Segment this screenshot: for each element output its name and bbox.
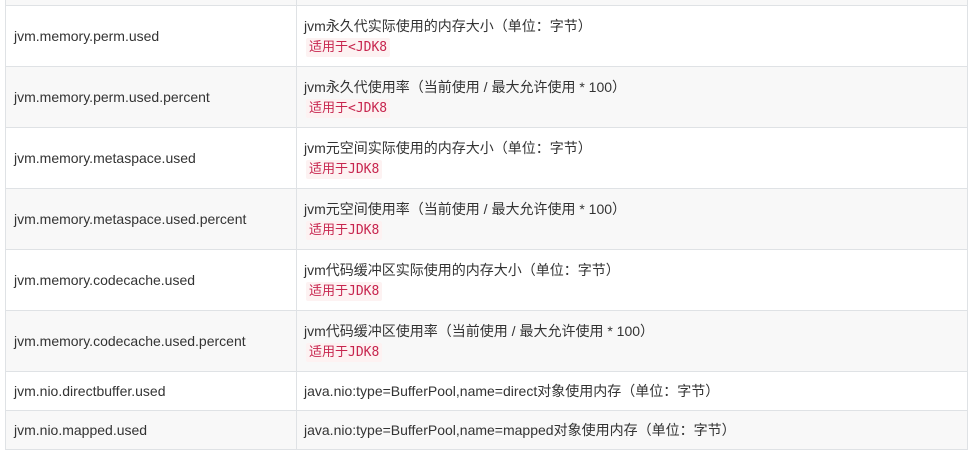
metric-description: jvm元空间实际使用的内存大小（单位：字节） [304,139,592,156]
metric-name: jvm.memory.metaspace.used [5,127,297,189]
jdk-version-tag: 适用于JDK8 [306,159,383,179]
table-row: jvm.memory.perm.used.percent jvm永久代使用率（当… [5,66,968,128]
table-row: jvm.memory.perm.used jvm永久代实际使用的内存大小（单位：… [5,5,968,67]
table-row: jvm.memory.metaspace.used.percent jvm元空间… [5,188,968,250]
metric-name: jvm.memory.perm.used.percent [5,66,297,128]
metric-name: jvm.nio.directbuffer.used [5,371,297,411]
metric-name: jvm.memory.codecache.used [5,249,297,311]
metric-description: jvm代码缓冲区使用率（当前使用 / 最大允许使用 * 100） [304,322,655,339]
metric-name: jvm.memory.perm.used [5,5,297,67]
metrics-table-container: jvm.memory.perm.used jvm永久代实际使用的内存大小（单位：… [5,0,968,450]
table-row: jvm.nio.directbuffer.used java.nio:type=… [5,371,968,411]
metric-description: jvm元空间使用率（当前使用 / 最大允许使用 * 100） [304,200,627,217]
metric-description: java.nio:type=BufferPool,name=mapped对象使用… [296,410,968,450]
jdk-version-tag: 适用于<JDK8 [306,37,391,57]
metric-description-cell: jvm代码缓冲区实际使用的内存大小（单位：字节） 适用于JDK8 [296,249,968,311]
table-row: jvm.memory.codecache.used.percent jvm代码缓… [5,310,968,372]
metric-description: java.nio:type=BufferPool,name=direct对象使用… [296,371,968,411]
jdk-version-tag: 适用于JDK8 [306,342,383,362]
jdk-version-tag: 适用于JDK8 [306,281,383,301]
table-row: jvm.memory.codecache.used jvm代码缓冲区实际使用的内… [5,249,968,311]
metric-name: jvm.memory.metaspace.used.percent [5,188,297,250]
metric-description-cell: jvm永久代使用率（当前使用 / 最大允许使用 * 100） 适用于<JDK8 [296,66,968,128]
metric-description: jvm永久代实际使用的内存大小（单位：字节） [304,17,592,34]
metric-name: jvm.nio.mapped.used [5,410,297,450]
table-row: jvm.memory.metaspace.used jvm元空间实际使用的内存大… [5,127,968,189]
metric-description-cell: jvm元空间使用率（当前使用 / 最大允许使用 * 100） 适用于JDK8 [296,188,968,250]
metric-description-cell: jvm代码缓冲区使用率（当前使用 / 最大允许使用 * 100） 适用于JDK8 [296,310,968,372]
metric-description: jvm代码缓冲区实际使用的内存大小（单位：字节） [304,261,620,278]
metrics-table: jvm.memory.perm.used jvm永久代实际使用的内存大小（单位：… [5,0,968,450]
metric-description-cell: jvm永久代实际使用的内存大小（单位：字节） 适用于<JDK8 [296,5,968,67]
table-row: jvm.nio.mapped.used java.nio:type=Buffer… [5,410,968,450]
metric-description-cell: jvm元空间实际使用的内存大小（单位：字节） 适用于JDK8 [296,127,968,189]
jdk-version-tag: 适用于JDK8 [306,220,383,240]
metric-name: jvm.memory.codecache.used.percent [5,310,297,372]
jdk-version-tag: 适用于<JDK8 [306,98,391,118]
metric-description: jvm永久代使用率（当前使用 / 最大允许使用 * 100） [304,78,627,95]
